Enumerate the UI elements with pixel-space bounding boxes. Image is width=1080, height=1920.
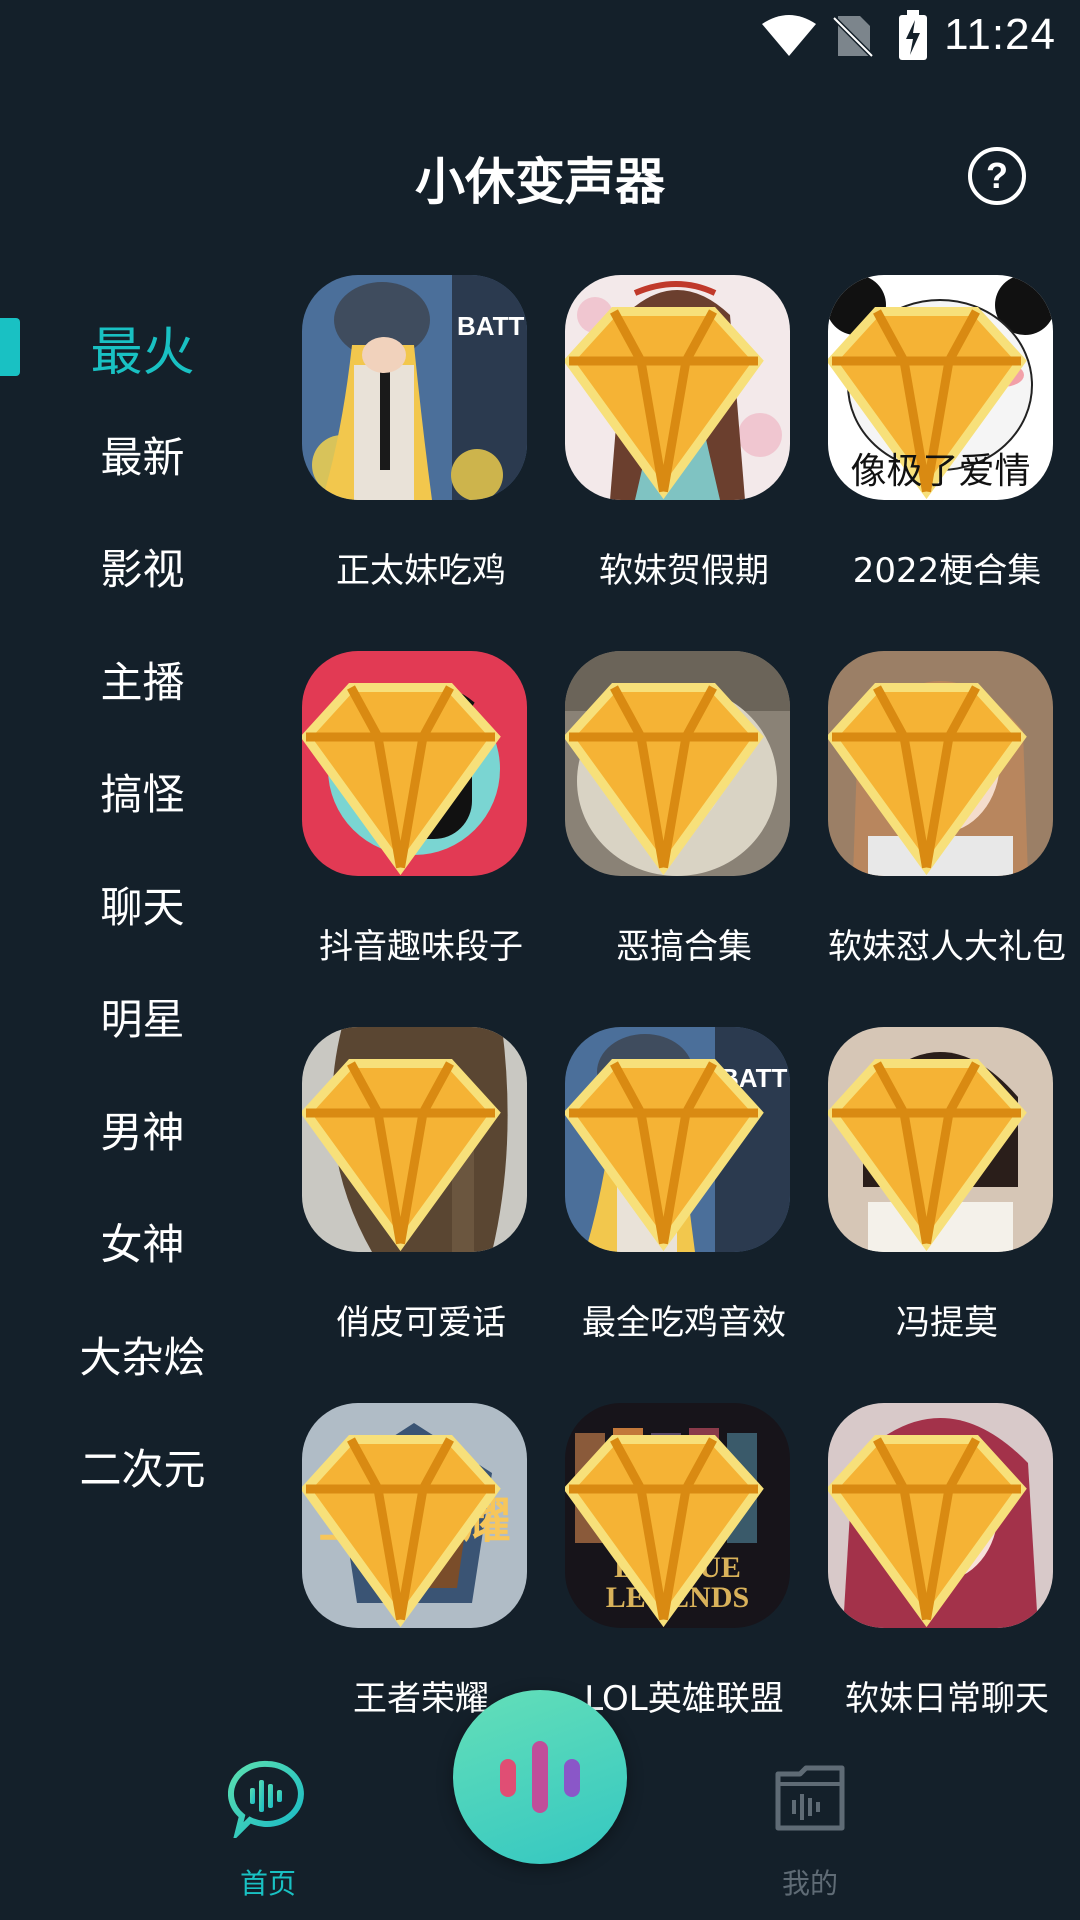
pack-title: 抖音趣味段子	[319, 927, 523, 967]
pack-thumbnail	[565, 651, 790, 876]
nav-mine-label: 我的	[781, 1867, 838, 1900]
sidebar-item-film-tv[interactable]: 影视	[0, 516, 285, 616]
pack-title: 最全吃鸡音效	[582, 1303, 786, 1343]
sidebar-item-male-idol[interactable]: 男神	[0, 1079, 285, 1179]
sidebar-item-anime[interactable]: 二次元	[0, 1416, 285, 1516]
voice-chat-icon	[228, 1760, 304, 1838]
pack-title: 软妹怼人大礼包	[828, 927, 1066, 967]
pack-title: 冯提莫	[896, 1303, 998, 1343]
vip-diamond-icon	[565, 1435, 764, 1628]
vip-diamond-icon	[302, 1059, 501, 1252]
pack-thumbnail	[828, 1403, 1053, 1628]
voice-pack-card[interactable]: 抖音趣味段子	[290, 651, 552, 981]
pack-thumbnail	[565, 275, 790, 500]
vip-diamond-icon	[828, 1435, 1027, 1628]
pack-title: 俏皮可爱话	[336, 1303, 506, 1343]
pack-title: 恶搞合集	[616, 927, 752, 967]
help-button[interactable]: ?	[968, 147, 1026, 205]
record-voice-button[interactable]	[453, 1690, 627, 1864]
page-title: 小休变声器	[415, 153, 665, 211]
category-sidebar: 最火 最新 影视 主播 搞怪 聊天 明星 男神 女神 大杂烩 二次元	[0, 280, 285, 1780]
pack-title: 正太妹吃鸡	[336, 551, 506, 591]
pack-thumbnail	[828, 651, 1053, 876]
sidebar-item-medley[interactable]: 大杂烩	[0, 1304, 285, 1404]
sidebar-item-funny[interactable]: 搞怪	[0, 741, 285, 841]
sidebar-item-chat[interactable]: 聊天	[0, 854, 285, 954]
pack-thumbnail: BATT	[565, 1027, 790, 1252]
voice-pack-card[interactable]: BATT 最全吃鸡音效	[553, 1027, 815, 1357]
status-bar: 11:24	[0, 0, 1080, 72]
status-time: 11:24	[944, 10, 1056, 59]
voice-pack-card[interactable]: 俏皮可爱话	[290, 1027, 552, 1357]
vip-diamond-icon	[828, 1059, 1027, 1252]
vip-diamond-icon	[565, 683, 764, 876]
vip-diamond-icon	[302, 1435, 501, 1628]
voice-pack-card[interactable]: 软妹贺假期	[553, 275, 815, 605]
wifi-icon	[762, 15, 816, 56]
voice-pack-card[interactable]: 软妹怼人大礼包	[816, 651, 1078, 981]
audio-folder-icon	[775, 1765, 845, 1831]
nav-home[interactable]: 首页	[168, 1730, 368, 1920]
sidebar-item-celebrity[interactable]: 明星	[0, 966, 285, 1066]
voice-pack-card[interactable]: 恶搞合集	[553, 651, 815, 981]
audio-bars-icon	[500, 1741, 580, 1813]
vip-diamond-icon	[565, 1059, 764, 1252]
nav-mine[interactable]: 我的	[710, 1730, 910, 1920]
pack-title: 软妹日常聊天	[845, 1679, 1049, 1719]
pack-thumbnail: LEAGUE LEGENDS	[565, 1403, 790, 1628]
pack-thumbnail: BATT	[302, 275, 527, 500]
voice-pack-card[interactable]: BATT 正太妹吃鸡	[290, 275, 552, 605]
help-icon: ?	[986, 155, 1008, 196]
no-sim-icon	[832, 16, 874, 58]
voice-pack-grid: BATT 正太妹吃鸡 软妹贺假期 像极了爱情 2022梗合集 抖音趣味段子 恶搞…	[285, 275, 1080, 1719]
svg-text:BATT: BATT	[457, 311, 525, 341]
pack-title: 2022梗合集	[852, 551, 1042, 591]
app-screen: 11:24 小休变声器 ? 最火 最新 影视 主播 搞怪 聊天 明星 男神 女神…	[0, 0, 1080, 1920]
voice-pack-card[interactable]: 冯提莫	[816, 1027, 1078, 1357]
voice-pack-card[interactable]: LEAGUE LEGENDS LOL英雄联盟	[553, 1403, 815, 1733]
sidebar-item-female-idol[interactable]: 女神	[0, 1191, 285, 1291]
vip-diamond-icon	[565, 307, 764, 500]
thumbnail-caption: 像极了爱情	[850, 451, 1031, 492]
sidebar-item-hottest[interactable]: 最火	[0, 297, 285, 397]
pack-title: 软妹贺假期	[599, 551, 769, 591]
app-header: 小休变声器 ?	[0, 120, 1080, 230]
voice-pack-card[interactable]: 软妹日常聊天	[816, 1403, 1078, 1733]
pack-thumbnail	[302, 651, 527, 876]
battery-charging-icon	[899, 10, 927, 60]
vip-diamond-icon	[302, 683, 501, 876]
pack-thumbnail: 像极了爱情	[828, 275, 1053, 500]
vip-diamond-icon	[828, 683, 1027, 876]
nav-home-label: 首页	[239, 1867, 296, 1900]
voice-pack-card[interactable]: 王者荣耀 王者荣耀	[290, 1403, 552, 1733]
voice-pack-card[interactable]: 像极了爱情 2022梗合集	[816, 275, 1078, 605]
pack-thumbnail	[828, 1027, 1053, 1252]
sidebar-item-streamer[interactable]: 主播	[0, 629, 285, 729]
pack-thumbnail	[302, 1027, 527, 1252]
pack-thumbnail: 王者荣耀	[302, 1403, 527, 1628]
sidebar-item-newest[interactable]: 最新	[0, 404, 285, 504]
